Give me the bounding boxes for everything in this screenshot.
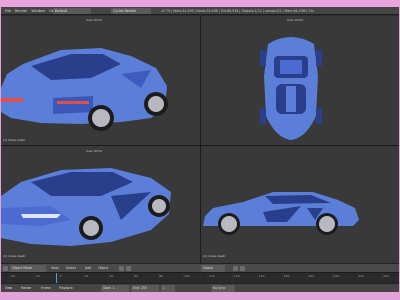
timeline-header: View Marker Frame Playback Start: 1 End:… (1, 283, 399, 292)
viewport-bottom-right[interactable]: (1) Cube.mesh (201, 146, 399, 263)
timeline-tick-label: 100 (184, 274, 190, 278)
pivot-icon[interactable] (126, 266, 131, 271)
object-name: (1) Cube.mesh (3, 138, 26, 142)
timeline-tick-label: -40 (10, 274, 15, 278)
current-frame-field[interactable]: 1 (161, 285, 175, 292)
end-frame-field[interactable]: End: 250 (131, 285, 159, 292)
view-menu[interactable]: View (49, 265, 63, 272)
timeline-marker-menu[interactable]: Marker (19, 285, 37, 292)
layer-icon[interactable] (233, 266, 238, 271)
timeline-tick-label: 140 (234, 274, 240, 278)
timeline-frame-menu[interactable]: Frame (39, 285, 55, 292)
object-name: (1) Cube.mesh (3, 254, 26, 258)
timeline-tick-label: 180 (284, 274, 290, 278)
snap-icon[interactable] (240, 266, 245, 271)
start-frame-field[interactable]: Start: 1 (101, 285, 129, 292)
timeline-view-menu[interactable]: View (3, 285, 17, 292)
shading-icon[interactable] (119, 266, 124, 271)
timeline-tick-label: 0 (60, 274, 62, 278)
timeline-tick-label: -20 (35, 274, 40, 278)
menu-window[interactable]: Window (31, 7, 45, 15)
timeline-tick-label: 260 (383, 274, 389, 278)
menu-file[interactable]: File (5, 7, 11, 15)
mode-selector[interactable]: Object Mode (10, 265, 46, 272)
scene-stats: v2.79 | Verts:34,206 | Faces:33,498 | Tr… (161, 9, 314, 13)
viewport-divider-horizontal[interactable] (1, 145, 399, 146)
timeline-tick-label: 160 (259, 274, 265, 278)
car-model-front (1, 168, 171, 246)
timeline-tick-label: 220 (333, 274, 339, 278)
select-menu[interactable]: Select (64, 265, 82, 272)
car-model-top (260, 37, 322, 140)
window-bottom-border (0, 292, 400, 300)
viewport-top-left[interactable]: User Ortho (1) Cube.mesh (1, 16, 200, 145)
viewport-label: User Ortho (86, 149, 103, 153)
car-model-side (203, 192, 359, 235)
timeline-tick-label: 20 (85, 274, 89, 278)
timeline-tick-label: 80 (159, 274, 163, 278)
sync-mode-selector[interactable]: No Sync (211, 285, 235, 292)
timeline-tick-label: 120 (209, 274, 215, 278)
blender-app: File Render Window Help Default Cycles R… (1, 7, 399, 292)
object-name: (1) Cube.mesh (203, 254, 226, 258)
editor-type-icon[interactable] (3, 266, 8, 271)
car-model-rear (1, 48, 168, 131)
window-titlebar: Blender (0, 0, 400, 16)
timeline-tick-label: 40 (110, 274, 114, 278)
info-header: File Render Window Help Default Cycles R… (1, 7, 399, 15)
timeline[interactable]: -40 -20 0 20 40 60 80 100 120 140 160 180 200 220 240 2… (1, 272, 399, 284)
orientation-selector[interactable]: Global (201, 265, 225, 272)
timeline-tick-label: 60 (134, 274, 138, 278)
object-menu[interactable]: Object (96, 265, 114, 272)
viewport-bottom-left[interactable]: User Ortho (1) Cube.mesh (1, 146, 200, 263)
viewport-label: User Ortho (287, 18, 304, 22)
viewport-divider-vertical[interactable] (200, 16, 201, 263)
menu-render[interactable]: Render (15, 7, 27, 15)
timeline-playback-menu[interactable]: Playback (57, 285, 79, 292)
layout-selector[interactable]: Default (53, 8, 91, 14)
add-menu[interactable]: Add (83, 265, 95, 272)
render-engine-selector[interactable]: Cycles Render (111, 8, 151, 14)
viewport-label: User Ortho (86, 18, 103, 22)
timeline-tick-label: 240 (358, 274, 364, 278)
3d-view-header: Object Mode View Select Add Object Globa… (1, 263, 399, 272)
timeline-tick-label: 200 (309, 274, 315, 278)
viewport-top-right[interactable]: User Ortho (201, 16, 399, 145)
